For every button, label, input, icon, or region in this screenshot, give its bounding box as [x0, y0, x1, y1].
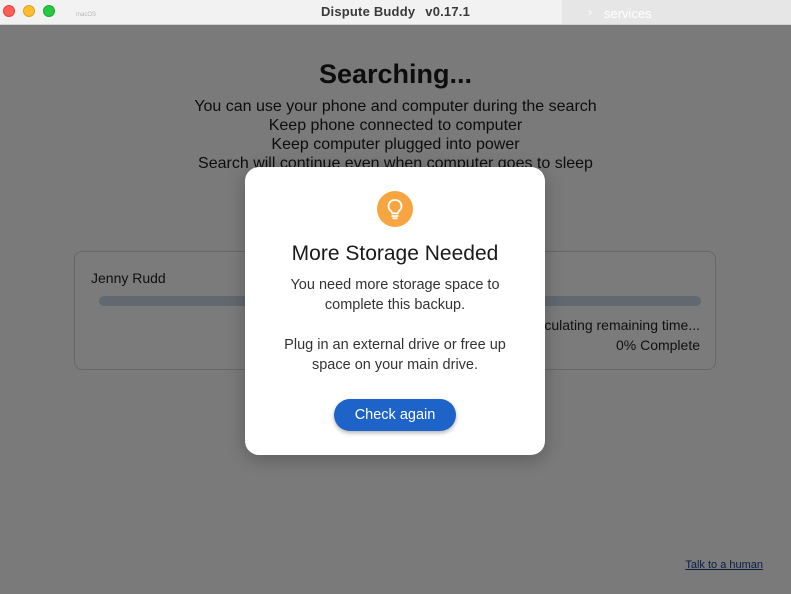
storage-needed-dialog: More Storage Needed You need more storag…	[245, 167, 545, 455]
dialog-title: More Storage Needed	[291, 242, 499, 265]
check-again-button[interactable]: Check again	[334, 399, 456, 431]
services-tab-label: services	[604, 6, 652, 21]
window-titlebar: macOS Dispute Buddy v0.17.1 › services	[0, 0, 791, 25]
app-name: Dispute Buddy	[320, 4, 416, 19]
dialog-message: You need more storage space to complete …	[290, 277, 500, 313]
services-tab[interactable]: › services	[562, 0, 791, 24]
lightbulb-icon	[377, 191, 413, 227]
chevron-right-icon: ›	[588, 5, 592, 19]
app-version: v0.17.1	[425, 4, 471, 19]
dialog-instructions: Plug in an external drive or free up spa…	[284, 337, 506, 373]
